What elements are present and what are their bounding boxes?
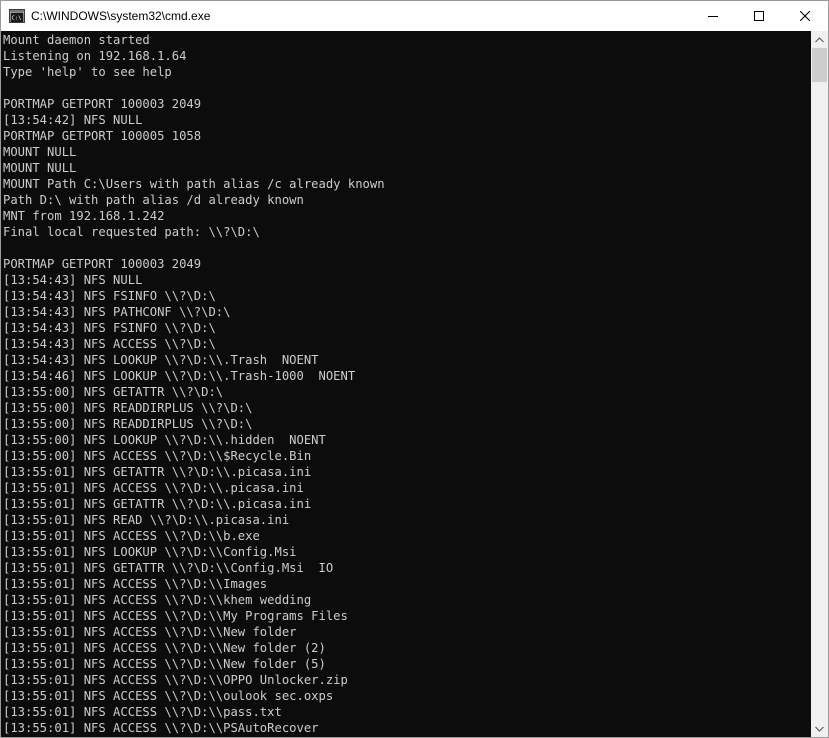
- console-line: [13:55:01] NFS ACCESS \\?\D:\\New folder…: [3, 641, 326, 655]
- console-line: [13:55:01] NFS GETATTR \\?\D:\\.picasa.i…: [3, 465, 312, 479]
- console-line: MOUNT Path C:\Users with path alias /c a…: [3, 177, 385, 191]
- console-line: MNT from 192.168.1.242: [3, 209, 165, 223]
- title-bar[interactable]: C:\ C:\WINDOWS\system32\cmd.exe: [1, 1, 828, 31]
- console-line: [13:54:43] NFS PATHCONF \\?\D:\: [3, 305, 231, 319]
- scroll-up-arrow-icon: [815, 36, 824, 42]
- console-line: [13:54:43] NFS ACCESS \\?\D:\: [3, 337, 216, 351]
- console-line: [13:55:01] NFS READ \\?\D:\\.picasa.ini: [3, 513, 290, 527]
- minimize-button[interactable]: [690, 1, 736, 31]
- maximize-button[interactable]: [736, 1, 782, 31]
- console-line: [13:55:01] NFS ACCESS \\?\D:\\b.exe: [3, 529, 260, 543]
- scroll-up-button[interactable]: [811, 31, 828, 48]
- console-line: Type 'help' to see help: [3, 65, 172, 79]
- vertical-scrollbar[interactable]: [811, 31, 828, 737]
- scrollbar-thumb[interactable]: [812, 48, 827, 82]
- console-line: Mount daemon started: [3, 33, 150, 47]
- close-icon: [800, 11, 810, 21]
- console-line: [13:55:01] NFS ACCESS \\?\D:\\Images: [3, 577, 268, 591]
- console-line: [13:55:00] NFS GETATTR \\?\D:\: [3, 385, 224, 399]
- console-line: [13:55:00] NFS READDIRPLUS \\?\D:\: [3, 417, 253, 431]
- minimize-icon: [708, 16, 718, 17]
- maximize-icon: [754, 11, 764, 21]
- console-line: [13:55:00] NFS LOOKUP \\?\D:\\.hidden NO…: [3, 433, 326, 447]
- console-line: [13:55:01] NFS ACCESS \\?\D:\\.picasa.in…: [3, 481, 304, 495]
- console-line: [13:55:01] NFS ACCESS \\?\D:\\PSAutoReco…: [3, 721, 319, 735]
- console-line: [13:55:01] NFS LOOKUP \\?\D:\\Config.Msi: [3, 545, 297, 559]
- console-line: Final local requested path: \\?\D:\: [3, 225, 260, 239]
- console-line: [13:55:00] NFS ACCESS \\?\D:\\$Recycle.B…: [3, 449, 312, 463]
- console-line: MOUNT NULL: [3, 145, 77, 159]
- console-line: PORTMAP GETPORT 100003 2049: [3, 257, 202, 271]
- window-controls: [690, 1, 828, 31]
- scroll-down-button[interactable]: [811, 720, 828, 737]
- close-button[interactable]: [782, 1, 828, 31]
- scrollbar-track[interactable]: [811, 48, 828, 720]
- console-line: Path D:\ with path alias /d already know…: [3, 193, 304, 207]
- console-line: [13:55:00] NFS READDIRPLUS \\?\D:\: [3, 401, 253, 415]
- console-line: Listening on 192.168.1.64: [3, 49, 187, 63]
- console-line: [13:54:43] NFS LOOKUP \\?\D:\\.Trash NOE…: [3, 353, 319, 367]
- console-line: [13:55:01] NFS ACCESS \\?\D:\\pass.txt: [3, 705, 282, 719]
- console-line: PORTMAP GETPORT 100005 1058: [3, 129, 202, 143]
- console-line: [13:55:01] NFS ACCESS \\?\D:\\oulook sec…: [3, 689, 334, 703]
- scroll-down-arrow-icon: [815, 726, 824, 732]
- console-window: C:\ C:\WINDOWS\system32\cmd.exe Mount da…: [0, 0, 829, 738]
- console-line: [13:55:01] NFS GETATTR \\?\D:\\.picasa.i…: [3, 497, 312, 511]
- console-text: Mount daemon started Listening on 192.168…: [1, 31, 811, 736]
- console-line: [13:55:01] NFS ACCESS \\?\D:\\khem weddi…: [3, 593, 312, 607]
- console-line: [13:54:43] NFS FSINFO \\?\D:\: [3, 289, 216, 303]
- console-line: [13:55:01] NFS ACCESS \\?\D:\\My Program…: [3, 609, 348, 623]
- svg-text:C:\: C:\: [12, 16, 22, 22]
- window-title: C:\WINDOWS\system32\cmd.exe: [31, 9, 211, 23]
- console-line: [13:55:01] NFS ACCESS \\?\D:\\OPPO Unloc…: [3, 673, 348, 687]
- console-output[interactable]: Mount daemon started Listening on 192.168…: [1, 31, 811, 737]
- console-line: [13:54:43] NFS NULL: [3, 273, 143, 287]
- console-line: [13:55:01] NFS ACCESS \\?\D:\\New folder: [3, 625, 297, 639]
- cmd-icon[interactable]: C:\: [9, 8, 25, 24]
- console-line: [13:54:43] NFS FSINFO \\?\D:\: [3, 321, 216, 335]
- console-line: [13:54:46] NFS LOOKUP \\?\D:\\.Trash-100…: [3, 369, 356, 383]
- console-line: PORTMAP GETPORT 100003 2049: [3, 97, 202, 111]
- console-line: MOUNT NULL: [3, 161, 77, 175]
- console-line: [13:55:01] NFS ACCESS \\?\D:\\New folder…: [3, 657, 326, 671]
- console-line: [13:54:42] NFS NULL: [3, 113, 143, 127]
- console-line: [13:55:01] NFS GETATTR \\?\D:\\Config.Ms…: [3, 561, 334, 575]
